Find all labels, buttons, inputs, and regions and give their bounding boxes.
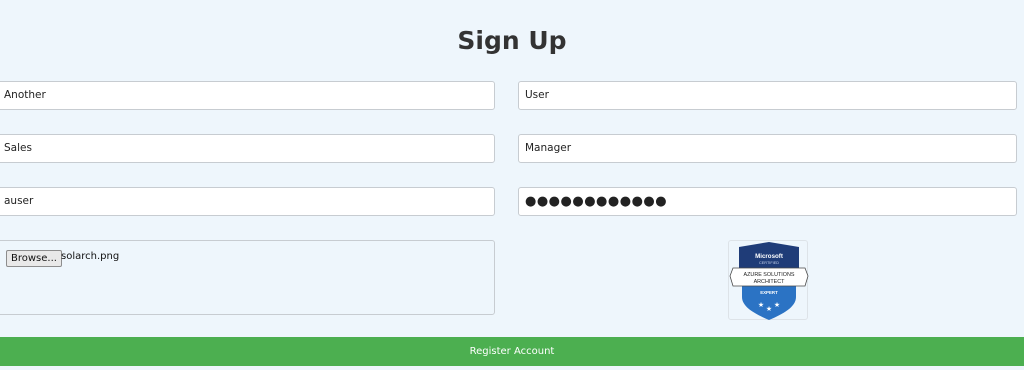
register-account-button[interactable]: Register Account [0, 337, 1024, 366]
badge-star-middle-icon: ★ [766, 305, 772, 313]
badge-star-left-icon: ★ [758, 301, 764, 309]
certification-badge-icon: Microsoft CERTIFIED AZURE SOLUTIONS ARCH… [729, 242, 809, 320]
first-name-input[interactable]: Another [0, 81, 495, 110]
password-input[interactable]: ●●●●●●●●●●●● [518, 187, 1017, 216]
file-upload-area[interactable]: Browse... solarch.png [0, 240, 495, 315]
badge-star-right-icon: ★ [774, 301, 780, 309]
page-title: Sign Up [457, 26, 567, 55]
badge-microsoft-text: Microsoft [755, 253, 783, 260]
department-input[interactable]: Sales [0, 134, 495, 163]
browse-button[interactable]: Browse... [6, 250, 62, 267]
badge-certified-text: CERTIFIED [759, 261, 779, 265]
selected-file-name: solarch.png [61, 251, 120, 262]
role-input[interactable]: Manager [518, 134, 1017, 163]
certification-badge-image: Microsoft CERTIFIED AZURE SOLUTIONS ARCH… [728, 240, 809, 320]
badge-expert-text: EXPERT [760, 290, 778, 295]
badge-azure-text: AZURE SOLUTIONS [744, 272, 795, 278]
last-name-input[interactable]: User [518, 81, 1017, 110]
username-input[interactable]: auser [0, 187, 495, 216]
badge-architect-text: ARCHITECT [754, 279, 786, 285]
